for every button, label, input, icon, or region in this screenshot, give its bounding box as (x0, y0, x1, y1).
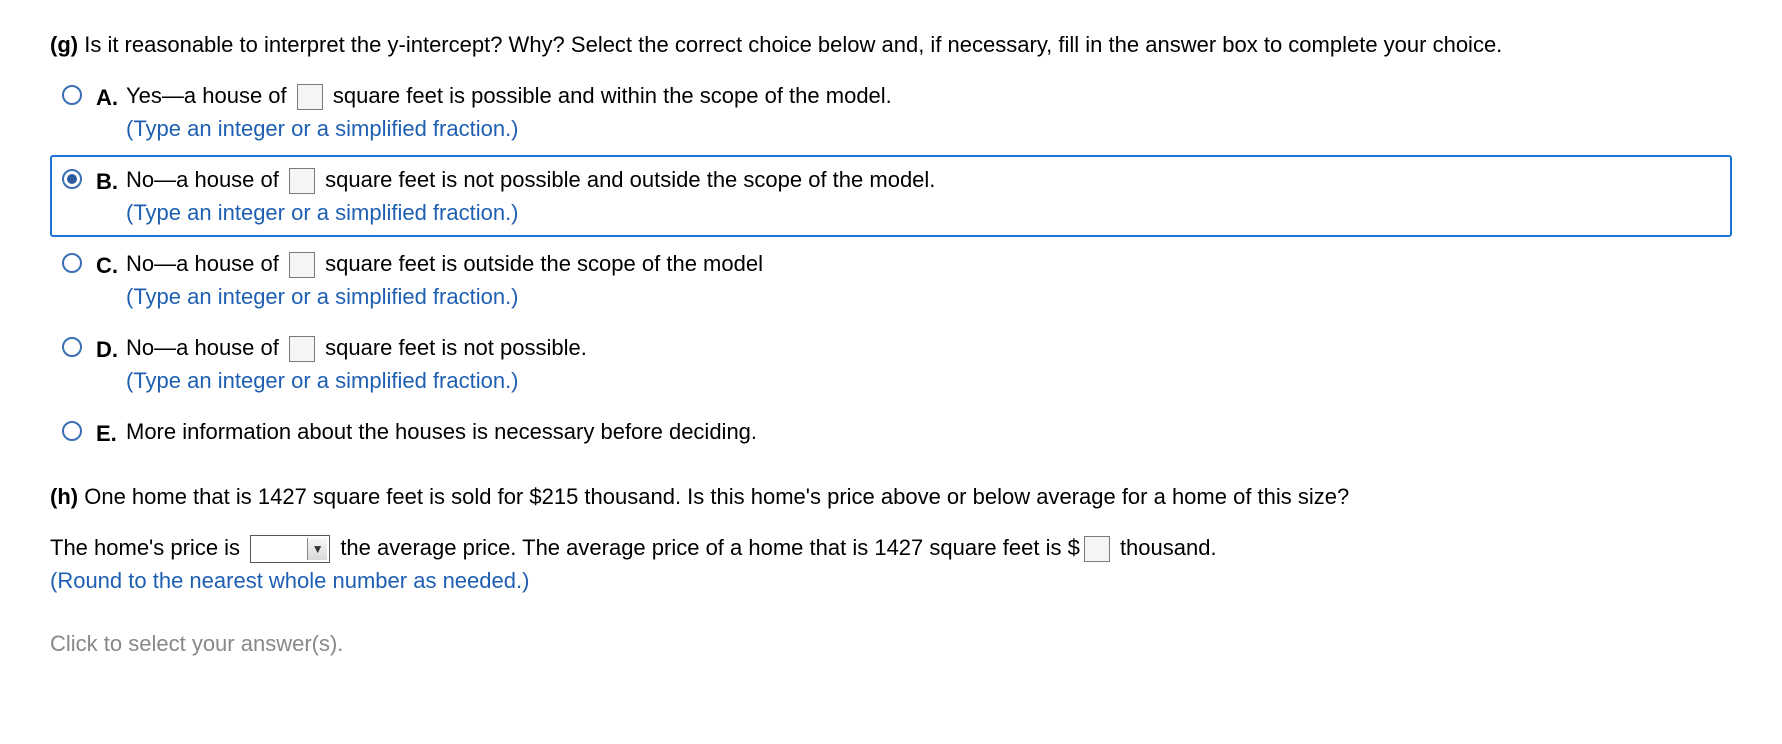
part-h-prompt: One home that is 1427 square feet is sol… (84, 484, 1349, 509)
option-c-pre: No—a house of (126, 251, 279, 276)
option-d[interactable]: D. No—a house of square feet is not poss… (50, 323, 1732, 405)
option-a-post: square feet is possible and within the s… (333, 83, 892, 108)
part-g-label: (g) (50, 32, 78, 57)
radio-c[interactable] (62, 253, 82, 273)
option-e-body: More information about the houses is nec… (126, 415, 1724, 448)
option-b-body: No—a house of square feet is not possibl… (126, 163, 1724, 229)
option-d-input[interactable] (289, 336, 315, 362)
part-g-question: (g) Is it reasonable to interpret the y-… (50, 28, 1732, 61)
part-h-hint: (Round to the nearest whole number as ne… (50, 568, 529, 593)
part-h-question: (h) One home that is 1427 square feet is… (50, 480, 1732, 513)
option-b-post: square feet is not possible and outside … (325, 167, 935, 192)
option-c-body: No—a house of square feet is outside the… (126, 247, 1724, 313)
option-d-letter: D. (96, 333, 126, 366)
option-a-hint: (Type an integer or a simplified fractio… (126, 116, 519, 141)
radio-d[interactable] (62, 337, 82, 357)
part-g-options: A. Yes—a house of square feet is possibl… (50, 71, 1732, 458)
option-b-hint: (Type an integer or a simplified fractio… (126, 200, 519, 225)
option-d-post: square feet is not possible. (325, 335, 587, 360)
part-h-answer-pre: The home's price is (50, 535, 240, 560)
chevron-down-icon: ▼ (307, 538, 327, 560)
option-d-body: No—a house of square feet is not possibl… (126, 331, 1724, 397)
option-b-letter: B. (96, 165, 126, 198)
part-h-answer-mid: the average price. The average price of … (340, 535, 1080, 560)
option-b[interactable]: B. No—a house of square feet is not poss… (50, 155, 1732, 237)
option-d-hint: (Type an integer or a simplified fractio… (126, 368, 519, 393)
radio-b[interactable] (62, 169, 82, 189)
option-a-pre: Yes—a house of (126, 83, 287, 108)
option-c-letter: C. (96, 249, 126, 282)
option-c-input[interactable] (289, 252, 315, 278)
option-e-text: More information about the houses is nec… (126, 419, 757, 444)
option-a-input[interactable] (297, 84, 323, 110)
option-a-body: Yes—a house of square feet is possible a… (126, 79, 1724, 145)
above-below-dropdown[interactable]: ▼ (250, 535, 330, 563)
part-h-price-input[interactable] (1084, 536, 1110, 562)
option-a-letter: A. (96, 81, 126, 114)
option-c-post: square feet is outside the scope of the … (325, 251, 763, 276)
radio-e[interactable] (62, 421, 82, 441)
option-b-input[interactable] (289, 168, 315, 194)
option-c-hint: (Type an integer or a simplified fractio… (126, 284, 519, 309)
part-h-answer-post: thousand. (1120, 535, 1217, 560)
option-e[interactable]: E. More information about the houses is … (50, 407, 1732, 458)
option-e-letter: E. (96, 417, 126, 450)
part-g-prompt: Is it reasonable to interpret the y-inte… (84, 32, 1502, 57)
part-h-answer-line: The home's price is ▼ the average price.… (50, 531, 1732, 597)
option-d-pre: No—a house of (126, 335, 279, 360)
part-h-label: (h) (50, 484, 78, 509)
option-a[interactable]: A. Yes—a house of square feet is possibl… (50, 71, 1732, 153)
radio-a[interactable] (62, 85, 82, 105)
option-c[interactable]: C. No—a house of square feet is outside … (50, 239, 1732, 321)
option-b-pre: No—a house of (126, 167, 279, 192)
footer-instruction: Click to select your answer(s). (50, 627, 1732, 660)
